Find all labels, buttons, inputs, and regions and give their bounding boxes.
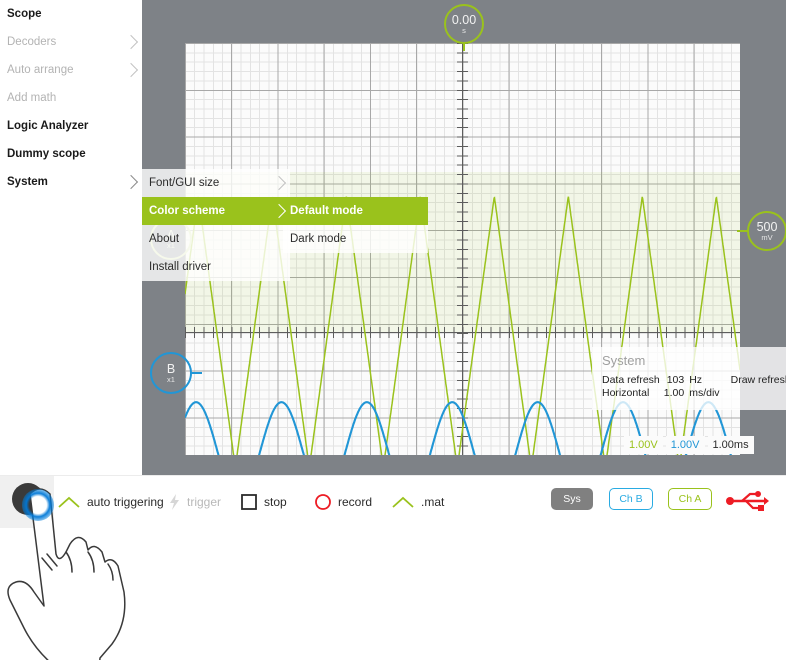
bottom-toolbar: auto triggering trigger stop record .mat…	[0, 475, 786, 528]
sidebar-item-label: Add math	[7, 92, 57, 104]
voltage-marker-stem	[737, 230, 749, 232]
data-refresh-unit: Hz	[689, 374, 703, 386]
menu-item-label: About	[149, 233, 180, 245]
mat-label: .mat	[421, 495, 445, 509]
mat-export-button[interactable]: .mat	[392, 490, 444, 514]
readout-ch-a[interactable]: 1.00V	[624, 436, 663, 454]
sidebar-item-scope[interactable]: Scope	[0, 0, 142, 28]
time-marker-stem	[463, 42, 465, 51]
sidebar-item-label: Auto arrange	[7, 64, 74, 76]
chevron-right-icon	[271, 175, 287, 191]
system-info-panel: System Data refresh 103 Hz Draw refresh …	[592, 347, 786, 410]
trigger-label: trigger	[187, 495, 222, 509]
sidebar-item-label: Scope	[7, 8, 42, 20]
menu-item-install-driver[interactable]: Install driver	[142, 253, 290, 281]
sidebar-item-label: Decoders	[7, 36, 57, 48]
auto-triggering-button[interactable]: auto triggering	[58, 490, 164, 514]
sidebar: Scope Decoders Auto arrange Add math Log…	[0, 0, 142, 475]
sidebar-item-label: System	[7, 176, 48, 188]
record-button[interactable]: record	[315, 490, 372, 514]
menu-item-about[interactable]: About	[142, 225, 290, 253]
peak-icon	[392, 496, 414, 508]
table-row: Data refresh 103 Hz Draw refresh 58.8 Hz	[602, 374, 786, 387]
channel-b-marker-stem	[190, 372, 202, 374]
usb-icon[interactable]	[726, 490, 770, 512]
readout-timebase[interactable]: 1.00ms	[707, 436, 754, 454]
system-info-table: Data refresh 103 Hz Draw refresh 58.8 Hz…	[602, 374, 786, 400]
sidebar-item-label: Dummy scope	[7, 148, 86, 160]
trigger-button[interactable]: trigger	[168, 490, 221, 514]
table-row: Horizontal 1.00 ms/div	[602, 387, 786, 400]
menu-item-font-gui-size[interactable]: Font/GUI size	[142, 169, 290, 197]
draw-refresh-label: Draw refresh	[730, 374, 786, 386]
chevron-right-icon	[123, 34, 139, 50]
stop-label: stop	[264, 495, 287, 509]
channel-b-button[interactable]: Ch B	[609, 488, 653, 510]
data-refresh-value: 103	[666, 374, 685, 386]
sidebar-item-label: Logic Analyzer	[7, 120, 89, 132]
sidebar-item-auto-arrange[interactable]: Auto arrange	[0, 56, 142, 84]
touch-ripple	[22, 489, 54, 521]
data-refresh-label: Data refresh	[602, 374, 660, 386]
time-marker-unit: s	[462, 25, 466, 35]
horizontal-value: 1.00	[663, 387, 685, 399]
voltage-level-marker[interactable]: 500 mV	[737, 211, 786, 251]
sidebar-item-logic-analyzer[interactable]: Logic Analyzer	[0, 112, 142, 140]
scope-readouts: 1.00V 1.00V 1.00ms	[624, 436, 754, 454]
menu-item-label: Install driver	[149, 261, 211, 273]
time-marker-value: 0.00	[451, 12, 477, 27]
sidebar-item-dummy-scope[interactable]: Dummy scope	[0, 140, 142, 168]
voltage-marker-value: 500	[756, 219, 778, 234]
sys-button[interactable]: Sys	[551, 488, 593, 510]
channel-b-label: B	[166, 361, 176, 376]
chevron-right-icon	[123, 174, 139, 190]
peak-icon	[58, 496, 80, 508]
horizontal-label: Horizontal	[602, 387, 650, 399]
sidebar-item-add-math[interactable]: Add math	[0, 84, 142, 112]
menu-item-label: Color scheme	[149, 205, 226, 217]
menu-item-dark-mode[interactable]: Dark mode	[283, 225, 428, 253]
channel-b-probe: x1	[167, 374, 175, 384]
horizontal-unit: ms/div	[689, 387, 720, 399]
color-scheme-submenu: Default mode Dark mode	[283, 197, 428, 253]
sys-button-label: Sys	[563, 493, 581, 505]
system-info-title: System	[602, 353, 646, 368]
chevron-right-icon	[271, 203, 287, 219]
voltage-marker-unit: mV	[761, 232, 773, 242]
stop-square-icon	[241, 494, 257, 510]
time-position-marker[interactable]: 0.00 s	[444, 4, 484, 51]
menu-item-default-mode[interactable]: Default mode	[283, 197, 428, 225]
lightning-bolt-icon	[170, 494, 179, 510]
system-submenu: Font/GUI size Color scheme About Install…	[142, 169, 290, 281]
channel-a-button[interactable]: Ch A	[668, 488, 712, 510]
menu-item-label: Font/GUI size	[149, 177, 220, 189]
menu-item-color-scheme[interactable]: Color scheme	[142, 197, 290, 225]
channel-b-button-label: Ch B	[619, 493, 643, 505]
stop-button[interactable]: stop	[241, 490, 287, 514]
record-label: record	[338, 495, 373, 509]
chevron-right-icon	[123, 62, 139, 78]
channel-a-button-label: Ch A	[678, 493, 702, 505]
sidebar-item-decoders[interactable]: Decoders	[0, 28, 142, 56]
auto-triggering-label: auto triggering	[87, 495, 164, 509]
menu-item-label: Dark mode	[290, 233, 347, 245]
record-circle-icon	[315, 494, 331, 510]
menu-item-label: Default mode	[290, 205, 363, 217]
readout-ch-b[interactable]: 1.00V	[665, 436, 705, 454]
channel-b-marker[interactable]: B x1	[150, 352, 202, 394]
sidebar-item-system[interactable]: System	[0, 168, 142, 196]
